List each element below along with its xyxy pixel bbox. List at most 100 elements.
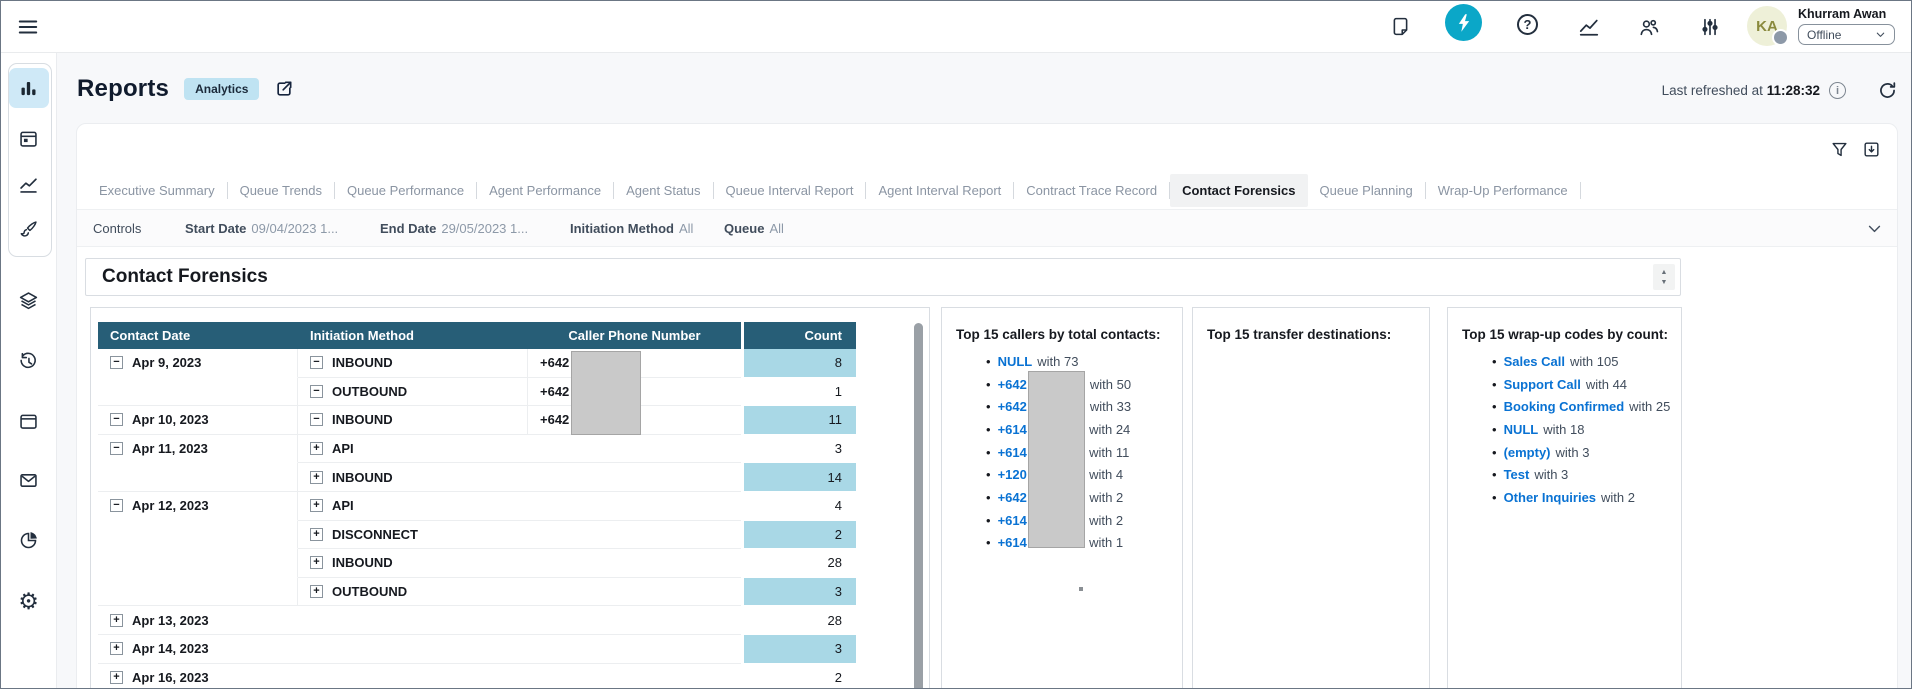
forensics-table-panel: Contact Date Initiation Method Caller Ph… xyxy=(90,307,930,689)
expand-toggle[interactable]: + xyxy=(110,671,123,684)
collapse-toggle[interactable]: − xyxy=(110,442,123,455)
collapse-toggle[interactable]: − xyxy=(310,356,323,369)
brush-icon xyxy=(18,219,39,240)
bullet-icon: • xyxy=(986,422,991,437)
count-cell: 3 xyxy=(744,435,856,464)
download-icon[interactable] xyxy=(1862,140,1881,159)
controls-collapse-chevron[interactable] xyxy=(1866,220,1883,237)
expand-toggle[interactable]: + xyxy=(310,528,323,541)
tab-agent-status[interactable]: Agent Status xyxy=(614,174,712,207)
tab-agent-performance[interactable]: Agent Performance xyxy=(477,174,613,207)
tab-queue-interval-report[interactable]: Queue Interval Report xyxy=(714,174,866,207)
sidebar-item-pie[interactable] xyxy=(9,520,49,560)
bullet-icon: • xyxy=(986,535,991,550)
sidebar-item-layers[interactable] xyxy=(9,280,49,320)
tab-queue-trends[interactable]: Queue Trends xyxy=(228,174,334,207)
tab-contract-trace-record[interactable]: Contract Trace Record xyxy=(1014,174,1169,207)
count-cell: 4 xyxy=(744,492,856,521)
note-icon[interactable] xyxy=(1389,15,1412,38)
filter-label: Initiation Method xyxy=(570,221,674,236)
tab-agent-interval-report[interactable]: Agent Interval Report xyxy=(866,174,1013,207)
expand-toggle[interactable]: + xyxy=(110,642,123,655)
sidebar-item-mail[interactable] xyxy=(9,460,49,500)
filter-start-date[interactable]: Start Date09/04/2023 1... xyxy=(185,221,338,236)
phone-redaction-box xyxy=(571,351,641,435)
contact-date: Apr 10, 2023 xyxy=(132,412,209,427)
expand-toggle[interactable]: + xyxy=(310,442,323,455)
page-title: Reports xyxy=(77,75,169,103)
column-header-caller-phone: Caller Phone Number xyxy=(528,322,741,349)
collapse-toggle[interactable]: − xyxy=(110,499,123,512)
stray-dot xyxy=(1079,587,1083,591)
expand-toggle[interactable]: + xyxy=(310,556,323,569)
filter-label: End Date xyxy=(380,221,436,236)
bullet-icon: • xyxy=(1492,490,1497,505)
wrapup-link[interactable]: Sales Call xyxy=(1504,354,1565,369)
tab-executive-summary[interactable]: Executive Summary xyxy=(87,174,227,207)
sidebar-item-settings[interactable]: ⚙ xyxy=(9,581,49,621)
wrapup-link[interactable]: Test xyxy=(1504,467,1530,482)
caller-count-text: with 73 xyxy=(1037,354,1078,369)
avatar[interactable]: KA xyxy=(1747,6,1787,46)
filter-icon[interactable] xyxy=(1830,140,1849,159)
wrapup-link[interactable]: Support Call xyxy=(1504,377,1581,392)
sidebar-item-schedule[interactable] xyxy=(9,118,49,158)
table-vertical-scrollbar[interactable] xyxy=(914,323,923,689)
expand-toggle[interactable]: + xyxy=(310,585,323,598)
refresh-icon[interactable] xyxy=(1877,80,1898,101)
tab-wrap-up-performance[interactable]: Wrap-Up Performance xyxy=(1426,174,1580,207)
column-header-contact-date: Contact Date xyxy=(98,322,298,349)
caller-count-text: with 11 xyxy=(1089,445,1129,460)
expand-toggle[interactable]: + xyxy=(110,614,123,627)
bullet-icon: • xyxy=(986,445,991,460)
wrapup-link[interactable]: (empty) xyxy=(1504,445,1551,460)
metrics-icon[interactable] xyxy=(1577,15,1600,38)
collapse-toggle[interactable]: − xyxy=(110,413,123,426)
agents-icon[interactable] xyxy=(1637,15,1660,38)
expand-toggle[interactable]: + xyxy=(310,499,323,512)
wrapup-count-text: with 44 xyxy=(1586,377,1627,392)
table-row: −OUTBOUND +642 1 xyxy=(98,378,856,407)
wrapup-link[interactable]: Other Inquiries xyxy=(1504,490,1596,505)
bullet-icon: • xyxy=(1492,354,1497,369)
external-link-icon[interactable] xyxy=(274,79,294,99)
window-icon xyxy=(18,411,39,432)
tab-contact-forensics[interactable]: Contact Forensics xyxy=(1170,174,1307,207)
spinner-up-icon[interactable]: ▲ xyxy=(1661,269,1668,276)
sidebar-item-window[interactable] xyxy=(9,401,49,441)
contact-date: Apr 14, 2023 xyxy=(132,641,209,656)
table-row: +Apr 13, 2023 28 xyxy=(98,606,856,635)
gear-icon: ⚙ xyxy=(18,590,39,613)
collapse-toggle[interactable]: − xyxy=(310,385,323,398)
caller-count-text: with 1 xyxy=(1089,535,1123,550)
sidebar-item-history[interactable] xyxy=(9,341,49,381)
collapse-toggle[interactable]: − xyxy=(110,356,123,369)
wrapup-link[interactable]: Booking Confirmed xyxy=(1504,399,1625,414)
expand-toggle[interactable]: + xyxy=(310,471,323,484)
filter-queue[interactable]: QueueAll xyxy=(724,221,784,236)
tab-queue-planning[interactable]: Queue Planning xyxy=(1308,174,1425,207)
info-icon[interactable]: i xyxy=(1829,82,1846,99)
collapse-toggle[interactable]: − xyxy=(310,413,323,426)
wrapup-link[interactable]: NULL xyxy=(1504,422,1539,437)
sliders-icon[interactable] xyxy=(1698,15,1721,38)
sidebar-item-reports[interactable] xyxy=(9,68,49,108)
filter-end-date[interactable]: End Date29/05/2023 1... xyxy=(380,221,528,236)
report-tabs: Executive Summary Queue Trends Queue Per… xyxy=(87,174,1581,207)
help-icon[interactable]: ? xyxy=(1517,14,1538,35)
tab-queue-performance[interactable]: Queue Performance xyxy=(335,174,476,207)
caller-link[interactable]: NULL xyxy=(998,354,1033,369)
hamburger-menu-icon[interactable] xyxy=(15,14,41,40)
analytics-badge: Analytics xyxy=(184,78,259,100)
filter-initiation-method[interactable]: Initiation MethodAll xyxy=(570,221,693,236)
caller-count-text: with 2 xyxy=(1089,513,1123,528)
initiation-method: OUTBOUND xyxy=(332,584,407,599)
top-wrapups-heading: Top 15 wrap-up codes by count: xyxy=(1462,327,1668,342)
status-select[interactable]: Offline xyxy=(1798,24,1895,45)
spinner-down-icon[interactable]: ▼ xyxy=(1661,279,1668,286)
flash-icon[interactable] xyxy=(1445,4,1482,41)
refresh-cluster: Last refreshed at 11:28:32 i xyxy=(1662,80,1898,101)
sidebar-item-design[interactable] xyxy=(9,209,49,249)
sidebar-item-trends[interactable] xyxy=(9,164,49,204)
main-area: Reports Analytics Last refreshed at 11:2… xyxy=(56,52,1912,689)
